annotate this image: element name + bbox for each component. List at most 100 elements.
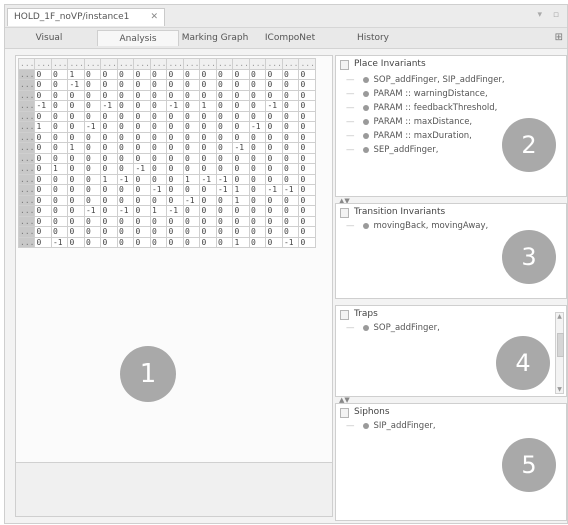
matrix-cell[interactable]: 0 xyxy=(166,236,184,248)
matrix-cell[interactable]: 0 xyxy=(182,142,201,154)
matrix-cell[interactable]: 0 xyxy=(248,79,267,91)
matrix-cell[interactable]: 0 xyxy=(116,89,135,101)
matrix-row-header[interactable]: ... xyxy=(17,236,36,248)
matrix-cell[interactable]: 0 xyxy=(182,226,201,238)
tab-icomponet[interactable]: ICompoNet xyxy=(259,30,321,46)
matrix-cell[interactable]: 0 xyxy=(116,152,135,164)
matrix-cell[interactable]: 0 xyxy=(182,236,201,248)
matrix-cell[interactable]: 0 xyxy=(100,121,118,133)
matrix-cell[interactable]: 0 xyxy=(149,215,168,227)
matrix-cell[interactable]: -1 xyxy=(149,184,168,196)
matrix-cell[interactable]: 0 xyxy=(265,152,283,164)
matrix-cell[interactable]: 0 xyxy=(83,163,102,175)
matrix-cell[interactable]: 0 xyxy=(67,194,85,206)
matrix-cell[interactable]: 0 xyxy=(248,152,267,164)
matrix-row-header[interactable]: ... xyxy=(17,215,36,227)
matrix-cell[interactable]: 0 xyxy=(83,89,102,101)
matrix-cell[interactable]: 0 xyxy=(100,236,118,248)
matrix-cell[interactable]: 0 xyxy=(149,110,168,122)
window-controls[interactable]: ▾ ▫ xyxy=(538,10,563,20)
matrix-cell[interactable]: 0 xyxy=(50,152,69,164)
matrix-cell[interactable]: 0 xyxy=(149,194,168,206)
matrix-cell[interactable]: 0 xyxy=(281,152,300,164)
matrix-cell[interactable]: 0 xyxy=(281,79,300,91)
matrix-cell[interactable]: -1 xyxy=(50,236,69,248)
matrix-cell[interactable]: 0 xyxy=(149,226,168,238)
matrix-cell[interactable]: 0 xyxy=(116,236,135,248)
matrix-cell[interactable]: 0 xyxy=(100,110,118,122)
matrix-cell[interactable]: 0 xyxy=(133,236,151,248)
matrix-cell[interactable]: -1 xyxy=(83,205,102,217)
matrix-cell[interactable]: 0 xyxy=(133,131,151,143)
matrix-cell[interactable]: 0 xyxy=(149,79,168,91)
matrix-column-header[interactable]: ... xyxy=(166,58,184,70)
matrix-cell[interactable]: 0 xyxy=(232,68,250,80)
matrix-cell[interactable]: 0 xyxy=(149,68,168,80)
matrix-cell[interactable]: 0 xyxy=(83,142,102,154)
matrix-cell[interactable]: -1 xyxy=(100,100,118,112)
matrix-cell[interactable]: 0 xyxy=(281,194,300,206)
matrix-cell[interactable]: 0 xyxy=(248,163,267,175)
matrix-row-header[interactable]: ... xyxy=(17,173,36,185)
matrix-cell[interactable]: 0 xyxy=(166,184,184,196)
matrix-cell[interactable]: 0 xyxy=(215,226,234,238)
matrix-cell[interactable]: 1 xyxy=(34,121,52,133)
matrix-cell[interactable]: -1 xyxy=(265,100,283,112)
scroll-down-icon[interactable]: ▼ xyxy=(556,386,563,393)
matrix-cell[interactable]: 0 xyxy=(215,194,234,206)
matrix-cell[interactable]: 1 xyxy=(232,184,250,196)
matrix-cell[interactable]: 0 xyxy=(232,163,250,175)
matrix-cell[interactable]: 0 xyxy=(199,131,217,143)
matrix-row-header[interactable]: ... xyxy=(17,226,36,238)
matrix-cell[interactable]: 0 xyxy=(133,121,151,133)
list-item[interactable]: — SOP_addFinger, SIP_addFinger, xyxy=(346,75,505,85)
matrix-cell[interactable]: 0 xyxy=(100,152,118,164)
matrix-cell[interactable]: 0 xyxy=(281,110,300,122)
matrix-cell[interactable]: 0 xyxy=(50,142,69,154)
matrix-cell[interactable]: 0 xyxy=(34,79,52,91)
matrix-cell[interactable]: 0 xyxy=(248,215,267,227)
table-row[interactable]: ... 0 0 0 0 0 0 0 0 0 0 0 0 0 0 0 0 0 xyxy=(17,215,316,227)
matrix-cell[interactable]: 0 xyxy=(67,226,85,238)
matrix-cell[interactable]: 0 xyxy=(199,226,217,238)
matrix-cell[interactable]: 0 xyxy=(83,68,102,80)
matrix-cell[interactable]: 0 xyxy=(298,226,316,238)
matrix-cell[interactable]: 0 xyxy=(215,163,234,175)
matrix-row-header[interactable]: ... xyxy=(17,79,36,91)
matrix-cell[interactable]: 0 xyxy=(34,131,52,143)
matrix-cell[interactable]: 0 xyxy=(83,215,102,227)
matrix-column-header[interactable]: ... xyxy=(34,58,52,70)
table-row[interactable]: ... 0 1 0 0 0 0 -1 0 0 0 0 0 0 0 0 0 0 xyxy=(17,163,316,175)
matrix-cell[interactable]: 1 xyxy=(232,236,250,248)
matrix-cell[interactable]: 0 xyxy=(149,121,168,133)
matrix-cell[interactable]: 0 xyxy=(83,100,102,112)
matrix-cell[interactable]: 0 xyxy=(265,68,283,80)
list-item[interactable]: — SEP_addFinger, xyxy=(346,145,438,155)
matrix-cell[interactable]: -1 xyxy=(215,173,234,185)
matrix-cell[interactable]: 0 xyxy=(281,131,300,143)
matrix-cell[interactable]: 0 xyxy=(298,68,316,80)
list-item[interactable]: — PARAM :: warningDistance, xyxy=(346,89,488,99)
matrix-cell[interactable]: 0 xyxy=(215,131,234,143)
matrix-cell[interactable]: 0 xyxy=(182,121,201,133)
matrix-cell[interactable]: 0 xyxy=(34,89,52,101)
matrix-row-header[interactable]: ... xyxy=(17,68,36,80)
matrix-cell[interactable]: -1 xyxy=(265,184,283,196)
close-icon[interactable]: ✕ xyxy=(150,12,158,22)
matrix-cell[interactable]: 0 xyxy=(34,236,52,248)
matrix-cell[interactable]: 0 xyxy=(34,68,52,80)
matrix-cell[interactable]: 0 xyxy=(265,205,283,217)
matrix-cell[interactable]: 0 xyxy=(166,226,184,238)
matrix-cell[interactable]: 0 xyxy=(248,110,267,122)
matrix-cell[interactable]: 0 xyxy=(149,152,168,164)
matrix-cell[interactable]: 0 xyxy=(83,152,102,164)
matrix-cell[interactable]: 0 xyxy=(298,100,316,112)
matrix-cell[interactable]: 0 xyxy=(34,194,52,206)
matrix-cell[interactable]: 0 xyxy=(133,215,151,227)
matrix-cell[interactable]: 0 xyxy=(215,79,234,91)
matrix-cell[interactable]: 0 xyxy=(215,89,234,101)
matrix-cell[interactable]: 0 xyxy=(34,142,52,154)
matrix-cell[interactable]: 0 xyxy=(232,205,250,217)
matrix-corner-cell[interactable]: ... xyxy=(17,58,36,70)
matrix-cell[interactable]: 0 xyxy=(298,194,316,206)
